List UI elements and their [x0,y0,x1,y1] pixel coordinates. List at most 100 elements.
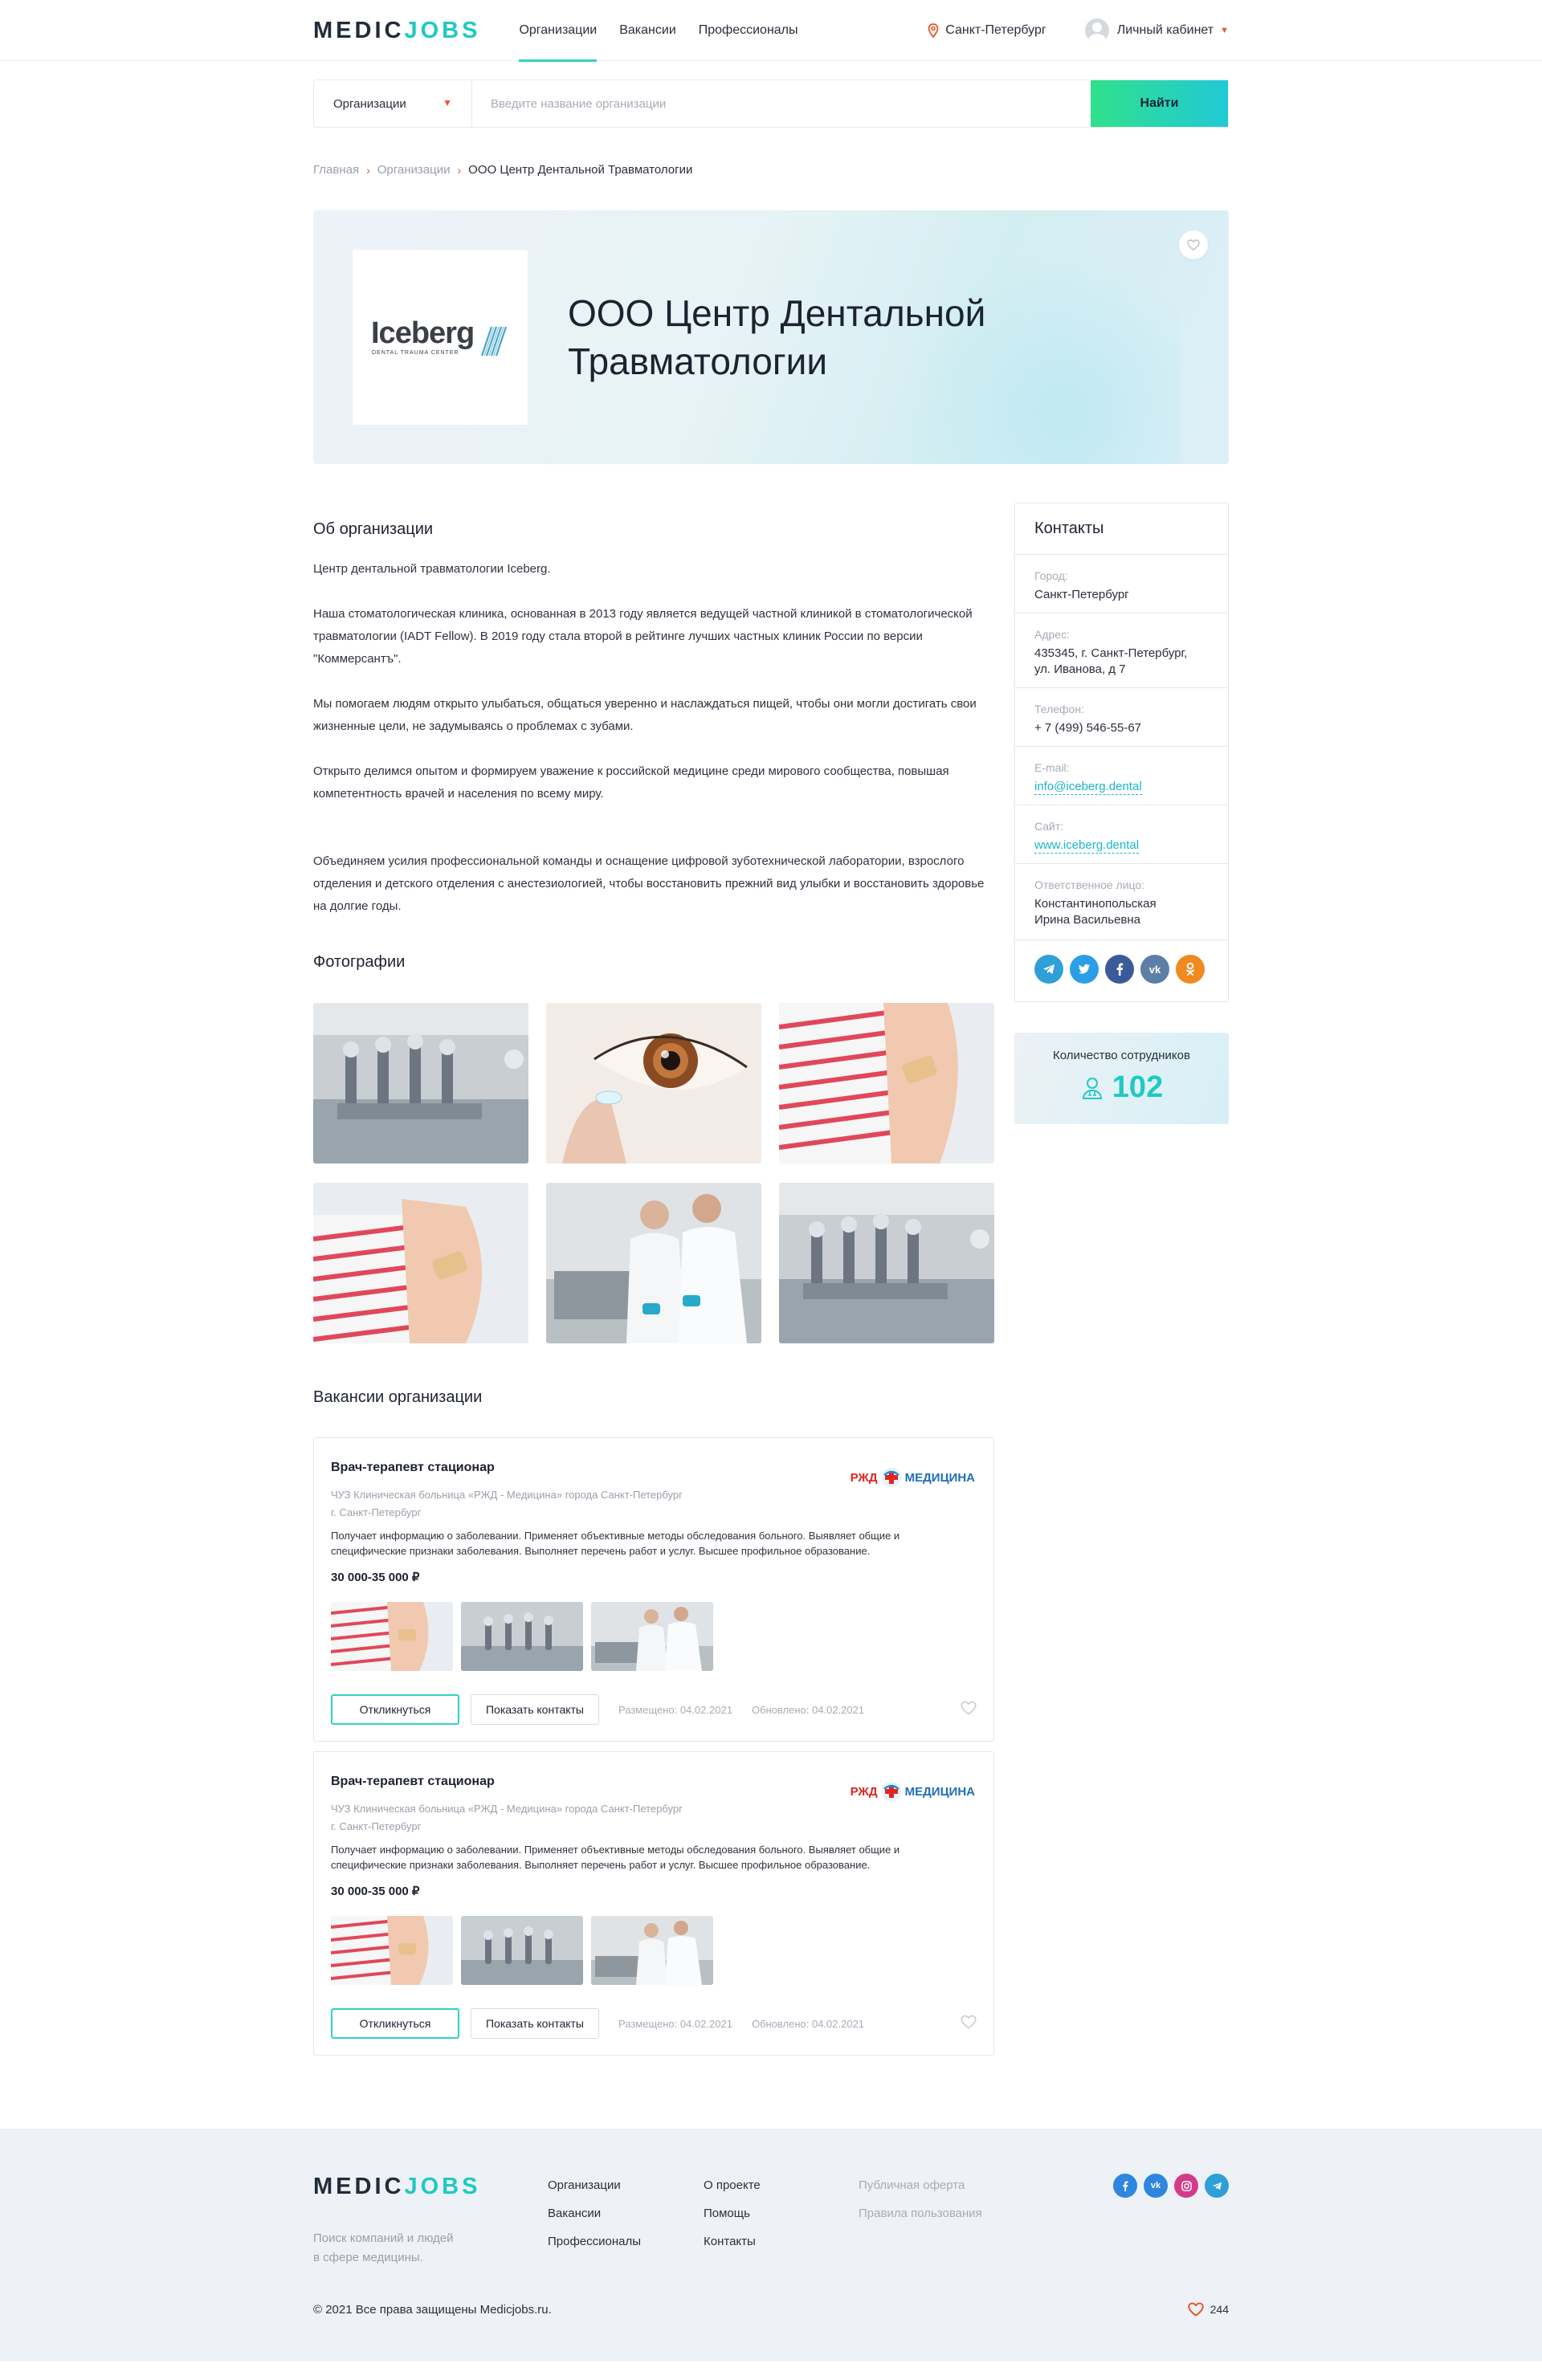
nav-organizations[interactable]: Организации [519,0,597,62]
vacancy-photo-robot[interactable] [461,1916,583,1985]
footer-logo[interactable]: MEDICJOBS [313,2174,480,2199]
employees-label: Количество сотрудников [1053,1049,1190,1062]
vacancy-favorite-button[interactable] [961,2015,977,2033]
breadcrumb-organizations[interactable]: Организации [377,163,451,177]
photo-lab-scientists[interactable] [546,1183,761,1343]
vacancy-card: Врач-терапевт стационар ЧУЗ Клиническая … [313,1751,994,2056]
vk-icon[interactable]: vk [1140,955,1169,984]
show-contacts-button[interactable]: Показать контакты [471,2008,599,2039]
vacancy-salary: 30 000-35 000 ₽ [331,1571,420,1584]
footer-link-vacancies[interactable]: Вакансии [548,2199,704,2227]
respond-button[interactable]: Откликнуться [331,1694,459,1725]
search-input[interactable] [472,80,1091,127]
vk-icon[interactable]: vk [1144,2174,1168,2198]
facebook-icon[interactable] [1113,2174,1137,2198]
breadcrumb-home[interactable]: Главная [313,163,359,177]
vacancy-updated-date: Обновлено: 04.02.2021 [751,1703,865,1716]
instagram-icon[interactable] [1174,2174,1198,2198]
photo-surgical-robot[interactable] [313,1003,528,1164]
search-button[interactable]: Найти [1091,80,1228,127]
contacts-card: Контакты Город: Санкт-Петербург Адрес: 4… [1014,503,1229,1002]
employer-logo: РЖД МЕДИЦИНА [851,1467,975,1488]
contact-value: ул. Иванова, д 7 [1034,662,1126,676]
footer-link-help[interactable]: Помощь [704,2199,859,2227]
logo-medic: MEDIC [313,17,405,43]
about-paragraph: Наша стоматологическая клиника, основанн… [313,607,973,666]
footer-link-organizations[interactable]: Организации [548,2171,704,2199]
vacancy-favorite-button[interactable] [961,1701,977,1719]
about-paragraph: Центр дентальной травматологии Iceberg. [313,562,551,576]
contact-label: Город: [1034,569,1068,582]
vacancy-photo-child[interactable] [331,1602,453,1671]
avatar [1084,18,1109,43]
employer-logo-right: МЕДИЦИНА [904,1470,975,1485]
chevron-right-icon: › [366,163,370,177]
footer-link-contacts[interactable]: Контакты [704,2227,859,2256]
photos-heading: Фотографии [313,953,406,971]
telegram-icon[interactable] [1205,2174,1229,2198]
search-type-select[interactable]: Организации ▼ [314,80,472,127]
website-link[interactable]: www.iceberg.dental [1034,838,1140,854]
photo-eye-contact-lens[interactable] [546,1003,761,1164]
footer-link-about[interactable]: О проекте [704,2171,859,2199]
nav-professionals[interactable]: Профессионалы [699,0,798,61]
vacancy-title[interactable]: Врач-терапевт стационар [331,1461,495,1474]
footer-link-professionals[interactable]: Профессионалы [548,2227,704,2256]
vacancy-photo-lab[interactable] [591,1602,713,1671]
organization-logo: Iceberg DENTAL TRAUMA CENTER [353,250,528,425]
contact-label: E-mail: [1034,761,1070,774]
likes-counter[interactable]: 244 [1187,2302,1229,2317]
contact-label: Адрес: [1034,628,1070,641]
footer-link-offer[interactable]: Публичная оферта [859,2171,982,2199]
respond-button[interactable]: Откликнуться [331,2008,459,2039]
email-link[interactable]: info@iceberg.dental [1034,780,1142,795]
footer-nav-legal: Публичная оферта Правила пользования [859,2171,982,2362]
favorite-button[interactable] [1179,230,1208,259]
city-selector[interactable]: Санкт-Петербург [928,23,1046,38]
photo-child-arm-bandage[interactable] [313,1183,528,1343]
footer-nav-2: О проекте Помощь Контакты [704,2171,859,2362]
vacancy-photos [331,1916,977,1985]
odnoklassniki-icon[interactable] [1176,955,1205,984]
account-menu[interactable]: Личный кабинет ▼ [1084,18,1229,43]
show-contacts-button[interactable]: Показать контакты [471,1694,599,1725]
vacancy-org: ЧУЗ Клиническая больница «РЖД - Медицина… [331,1489,683,1501]
site-logo[interactable]: MEDICJOBS [313,18,480,44]
vacancies-heading: Вакансии организации [313,1388,483,1406]
vacancy-city: г. Санкт-Петербург [331,1506,422,1518]
telegram-icon[interactable] [1034,955,1063,984]
about-paragraph: Объединяем усилия профессиональной коман… [313,854,985,913]
employees-count: 102 [1112,1070,1164,1104]
phone-value[interactable]: + 7 (499) 546-55-67 [1034,720,1209,736]
twitter-icon[interactable] [1070,955,1099,984]
about-text: Центр дентальной травматологии Iceberg. … [313,558,994,918]
vacancy-photo-robot[interactable] [461,1602,583,1671]
contact-label: Ответственное лицо: [1034,878,1145,891]
employer-logo: РЖД МЕДИЦИНА [851,1781,975,1802]
employer-logo-left: РЖД [850,1784,878,1799]
main-column: Об организации Центр дентальной травмато… [313,503,994,2056]
vacancy-title[interactable]: Врач-терапевт стационар [331,1775,495,1788]
contact-address: Адрес: 435345, г. Санкт-Петербург, ул. Ив… [1015,613,1228,688]
about-heading: Об организации [313,520,434,538]
city-label: Санкт-Петербург [945,23,1046,37]
contact-city: Город: Санкт-Петербург [1015,555,1228,613]
contact-value: Константинопольская [1034,897,1156,911]
search-bar: Организации ▼ Найти [313,79,1229,128]
chevron-down-icon: ▼ [1220,26,1229,35]
contacts-heading: Контакты [1015,503,1228,555]
facebook-icon[interactable] [1105,955,1134,984]
vacancy-description: Получает информацию о заболевании. Приме… [331,1844,900,1871]
footer-tagline: Поиск компаний и людей [313,2231,454,2245]
photo-child-arm-bandage[interactable] [779,1003,994,1164]
employees-card: Количество сотрудников 102 [1014,1033,1229,1124]
chevron-down-icon: ▼ [443,97,452,108]
footer-link-terms[interactable]: Правила пользования [859,2199,982,2227]
photo-surgical-robot[interactable] [779,1183,994,1343]
nav-vacancies[interactable]: Вакансии [619,0,676,61]
vacancy-city: г. Санкт-Петербург [331,1820,422,1832]
likes-count: 244 [1210,2303,1229,2316]
vacancy-photo-child[interactable] [331,1916,453,1985]
heart-icon [1187,2302,1204,2317]
vacancy-photo-lab[interactable] [591,1916,713,1985]
